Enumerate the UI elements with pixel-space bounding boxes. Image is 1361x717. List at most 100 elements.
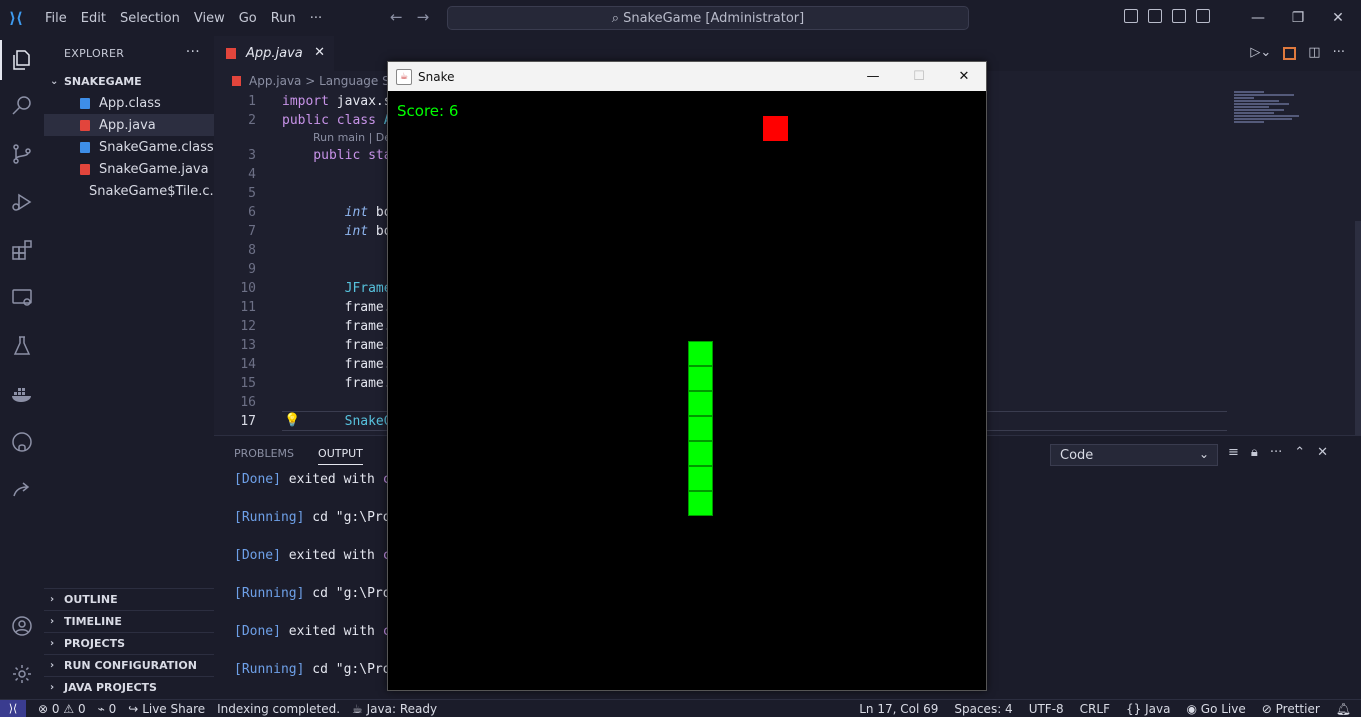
testing-icon[interactable] bbox=[8, 332, 36, 360]
output-channel-select[interactable]: Code ⌄ bbox=[1050, 444, 1218, 466]
remote-indicator-icon[interactable]: ⟩⟨ bbox=[0, 699, 26, 717]
close-window-icon[interactable]: ✕ bbox=[941, 62, 987, 91]
explorer-header: EXPLORER ··· bbox=[44, 36, 214, 70]
snake-game-window[interactable]: ☕ Snake — ☐ ✕ Score: 6 bbox=[387, 61, 987, 691]
run-icon[interactable]: ▷⌄ bbox=[1250, 45, 1271, 60]
toggle-panel-icon[interactable] bbox=[1148, 9, 1162, 23]
file-item[interactable]: SnakeGame.class bbox=[44, 136, 214, 158]
chevron-right-icon: › bbox=[50, 594, 55, 605]
code-token: int bbox=[282, 224, 369, 239]
breadcrumb-path[interactable]: App.java > Language S bbox=[249, 74, 390, 88]
close-window-icon[interactable]: ✕ bbox=[1318, 0, 1358, 36]
prettier-icon: ⊘ bbox=[1261, 702, 1272, 716]
indentation[interactable]: Spaces: 4 bbox=[954, 702, 1012, 716]
restore-icon[interactable]: ❐ bbox=[1278, 0, 1318, 36]
file-item[interactable]: SnakeGame.java bbox=[44, 158, 214, 180]
forward-arrow-icon[interactable]: → bbox=[417, 8, 430, 26]
section-java-projects[interactable]: › JAVA PROJECTS bbox=[44, 676, 214, 698]
go-live-button[interactable]: ◉ Go Live bbox=[1186, 702, 1245, 716]
maximize-icon[interactable]: ☐ bbox=[896, 62, 942, 91]
java-file-icon bbox=[232, 76, 241, 86]
run-debug-icon[interactable] bbox=[8, 188, 36, 216]
prettier-label: Prettier bbox=[1275, 702, 1320, 716]
more-actions-icon[interactable]: ··· bbox=[1333, 45, 1345, 60]
indexing-status[interactable]: Indexing completed. bbox=[217, 702, 340, 716]
ports-status[interactable]: ⌁ 0 bbox=[98, 702, 117, 716]
docker-icon[interactable] bbox=[8, 380, 36, 408]
remote-explorer-icon[interactable] bbox=[8, 284, 36, 312]
minimap[interactable] bbox=[1234, 91, 1309, 151]
explorer-sidebar: EXPLORER ··· ⌄ SNAKEGAME App.class App.j… bbox=[44, 36, 214, 699]
section-projects[interactable]: › PROJECTS bbox=[44, 632, 214, 654]
toggle-secondary-sidebar-icon[interactable] bbox=[1172, 9, 1186, 23]
customize-layout-icon[interactable] bbox=[1196, 9, 1210, 23]
tab-problems[interactable]: PROBLEMS bbox=[234, 447, 294, 465]
search-icon: ⌕ bbox=[611, 10, 620, 26]
snake-segment bbox=[688, 341, 713, 366]
menu-view[interactable]: View bbox=[187, 11, 232, 26]
section-outline[interactable]: › OUTLINE bbox=[44, 588, 214, 610]
output-token: cd "g:\Pro bbox=[304, 662, 391, 677]
live-share-icon[interactable] bbox=[8, 476, 36, 504]
layout-controls bbox=[1124, 9, 1210, 23]
file-item[interactable]: SnakeGame$Tile.c... bbox=[44, 180, 214, 202]
section-label: OUTLINE bbox=[64, 593, 118, 606]
toggle-sidebar-icon[interactable] bbox=[1124, 9, 1138, 23]
status-right: Ln 17, Col 69 Spaces: 4 UTF-8 CRLF {} Ja… bbox=[859, 700, 1351, 717]
code-token: JFrame bbox=[282, 281, 392, 296]
more-icon[interactable]: ··· bbox=[1270, 445, 1282, 460]
vscode-logo-icon: ⟩⟨ bbox=[9, 9, 23, 27]
clear-output-icon[interactable]: ≡ bbox=[1228, 445, 1239, 460]
section-run-configuration[interactable]: › RUN CONFIGURATION bbox=[44, 654, 214, 676]
menu-edit[interactable]: Edit bbox=[74, 11, 113, 26]
tab-output[interactable]: OUTPUT bbox=[318, 447, 363, 465]
menu-more[interactable]: ··· bbox=[303, 11, 329, 26]
search-icon[interactable] bbox=[8, 92, 36, 120]
tab-label: App.java bbox=[246, 46, 303, 61]
java-file-icon bbox=[80, 163, 90, 175]
stop-icon[interactable] bbox=[1283, 47, 1297, 60]
split-editor-icon[interactable]: ◫ bbox=[1308, 45, 1320, 60]
end-of-line[interactable]: CRLF bbox=[1080, 702, 1110, 716]
maximize-panel-icon[interactable]: ⌃ bbox=[1294, 445, 1305, 460]
tab-app-java[interactable]: App.java ✕ bbox=[214, 36, 334, 71]
back-arrow-icon[interactable]: ← bbox=[390, 8, 403, 26]
live-share-label: Live Share bbox=[142, 701, 206, 716]
lock-icon[interactable]: 🔒︎ bbox=[1251, 445, 1258, 460]
close-tab-icon[interactable]: ✕ bbox=[314, 45, 325, 60]
encoding[interactable]: UTF-8 bbox=[1029, 702, 1064, 716]
command-center-search[interactable]: ⌕ SnakeGame [Administrator] bbox=[447, 6, 969, 30]
menu-selection[interactable]: Selection bbox=[113, 11, 187, 26]
accounts-icon[interactable] bbox=[8, 612, 36, 640]
minimize-icon[interactable]: — bbox=[850, 62, 896, 91]
problems-status[interactable]: ⊗ 0 ⚠ 0 bbox=[38, 702, 86, 716]
notifications-bell-icon[interactable]: 🔔︎ bbox=[1336, 702, 1351, 716]
menu-go[interactable]: Go bbox=[232, 11, 264, 26]
line-number: 3 bbox=[248, 148, 256, 163]
explorer-icon[interactable] bbox=[0, 40, 36, 80]
minimize-icon[interactable]: — bbox=[1238, 0, 1278, 36]
codelens-run-main[interactable]: Run main | De bbox=[313, 131, 391, 144]
file-item[interactable]: App.java bbox=[44, 114, 214, 136]
close-panel-icon[interactable]: ✕ bbox=[1317, 445, 1328, 460]
editor-scrollbar[interactable] bbox=[1355, 221, 1361, 461]
folder-root[interactable]: ⌄ SNAKEGAME bbox=[44, 70, 214, 92]
file-label: SnakeGame.class bbox=[99, 139, 214, 155]
github-icon[interactable] bbox=[8, 428, 36, 456]
cursor-position[interactable]: Ln 17, Col 69 bbox=[859, 702, 938, 716]
language-mode[interactable]: {} Java bbox=[1126, 702, 1170, 716]
menu-run[interactable]: Run bbox=[264, 11, 303, 26]
source-control-icon[interactable] bbox=[8, 140, 36, 168]
prettier-status[interactable]: ⊘ Prettier bbox=[1262, 702, 1320, 716]
extensions-icon[interactable] bbox=[8, 236, 36, 264]
live-share-status[interactable]: ↪ Live Share bbox=[128, 702, 205, 716]
section-timeline[interactable]: › TIMELINE bbox=[44, 610, 214, 632]
explorer-more-button[interactable]: ··· bbox=[186, 44, 200, 60]
java-status[interactable]: ☕︎ Java: Ready bbox=[352, 702, 437, 716]
menu-file[interactable]: File bbox=[38, 11, 74, 26]
section-label: JAVA PROJECTS bbox=[64, 681, 157, 694]
panel-tabs: PROBLEMS OUTPUT DE bbox=[234, 447, 402, 465]
file-item[interactable]: App.class bbox=[44, 92, 214, 114]
file-label: App.class bbox=[99, 95, 161, 111]
settings-gear-icon[interactable] bbox=[8, 660, 36, 688]
